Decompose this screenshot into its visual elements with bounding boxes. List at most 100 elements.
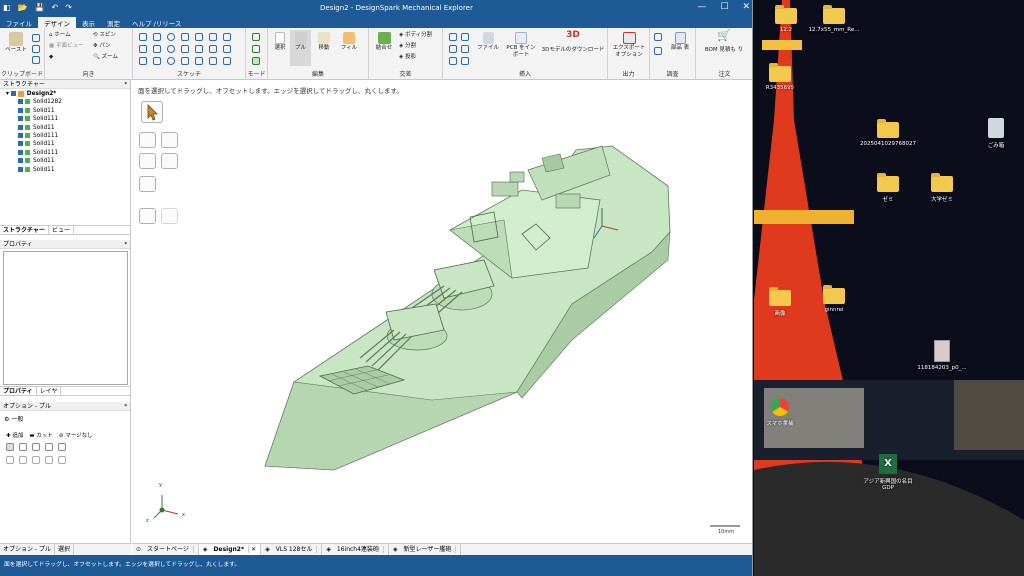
option-tool-icon[interactable] (6, 456, 14, 464)
tree-item[interactable]: Solid111 (6, 149, 130, 157)
tab-properties[interactable]: プロパティ (0, 387, 37, 395)
option-tool-icon[interactable] (32, 456, 40, 464)
tree-item[interactable]: Solid1282 (6, 98, 130, 106)
pin-icon[interactable]: ᵠ (125, 402, 128, 411)
tab-display[interactable]: 表示 (76, 17, 101, 28)
dimension-icon[interactable] (223, 57, 231, 65)
format-icon[interactable] (32, 56, 40, 64)
visibility-checkbox[interactable] (18, 124, 23, 130)
cut-icon[interactable] (32, 34, 40, 42)
tree-item[interactable]: Solid111 (6, 132, 130, 140)
tab-design[interactable]: デザイン (38, 17, 76, 28)
desktop-icon[interactable]: 画像 (754, 287, 810, 317)
tab-view[interactable]: ビュー (49, 226, 74, 234)
select-button[interactable]: 選択 (271, 32, 289, 52)
tangent-line-icon[interactable] (153, 33, 161, 41)
options-general[interactable]: ⚙ 一般 (4, 414, 23, 423)
ellipse-icon[interactable] (167, 45, 175, 53)
tab-structure[interactable]: ストラクチャー (0, 226, 49, 234)
3d-mode-icon[interactable] (252, 57, 260, 65)
option-tool-icon[interactable] (58, 443, 66, 451)
desktop-icon[interactable]: ginnrei (804, 285, 864, 313)
plane-icon[interactable] (449, 33, 457, 41)
spin-button[interactable]: ⟲ スピン (93, 32, 116, 39)
measure-icon[interactable] (654, 33, 662, 41)
option-tool-icon[interactable] (58, 456, 66, 464)
desktop-icon[interactable]: ゼミ (858, 173, 918, 203)
desktop-icon[interactable]: 大学ゼミ (912, 173, 972, 203)
tab-select[interactable]: 選択 (55, 544, 74, 555)
line-icon[interactable] (139, 33, 147, 41)
option-tool-icon[interactable] (45, 443, 53, 451)
sigma-icon[interactable] (223, 33, 231, 41)
pcb-import-button[interactable]: PCB をイン ポート (503, 32, 539, 59)
download-3d-model-button[interactable]: 3D 3Dモデルのダウンロード (541, 31, 605, 54)
doc-tab-16inch[interactable]: ◈ 16inch4連装砲 (322, 544, 389, 555)
option-tool-icon[interactable] (32, 443, 40, 451)
plane-view-button[interactable]: ▦ 平面ビュー (49, 43, 83, 50)
tab-options-pull[interactable]: オプション - プル (0, 544, 55, 555)
project-button[interactable]: ◈ 投影 (399, 54, 416, 61)
sketch-mode-icon[interactable] (252, 33, 260, 41)
tree-item[interactable]: Solid11 (6, 124, 130, 132)
offset-body-icon[interactable] (461, 45, 469, 53)
visibility-checkbox[interactable] (18, 141, 23, 147)
offset-icon[interactable] (209, 45, 217, 53)
visibility-checkbox[interactable] (18, 149, 23, 155)
circle-icon[interactable] (167, 33, 175, 41)
tree-item[interactable]: Solid11 (6, 140, 130, 148)
visibility-checkbox[interactable] (18, 99, 23, 105)
tab-layers[interactable]: レイヤ (37, 387, 62, 395)
close-button[interactable]: ✕ (742, 2, 750, 12)
curve-icon[interactable] (139, 57, 147, 65)
split-button[interactable]: ◈ 分割 (399, 43, 416, 50)
3d-viewport[interactable]: 面を選択してドラッグし、オフセットします。エッジを選択してドラッグし、丸くします… (132, 80, 753, 543)
extend-icon[interactable] (195, 57, 203, 65)
no-merge-option[interactable]: ⊘ マージなし (59, 431, 93, 439)
mirror-icon[interactable] (223, 45, 231, 53)
doc-tab-start-page[interactable]: ⊙ スタートページ (132, 544, 199, 555)
tree-item[interactable]: Solid11 (6, 157, 130, 165)
desktop-icon[interactable]: X アジア新興国の名目GDP (858, 454, 918, 491)
maximize-button[interactable]: ☐ (720, 2, 728, 12)
axis-icon[interactable] (449, 45, 457, 53)
doc-tab-vls[interactable]: ◈ VLS 128セル (261, 544, 323, 555)
sweep-arc-icon[interactable] (167, 57, 175, 65)
open-icon[interactable]: 📂 (18, 3, 28, 12)
tab-help[interactable]: ヘルプ /リリース (126, 17, 187, 28)
tab-file[interactable]: ファイル (0, 17, 38, 28)
visibility-checkbox[interactable] (18, 116, 23, 122)
cylinder-icon[interactable] (461, 57, 469, 65)
desktop-icon[interactable]: 2025041029768027 (858, 119, 918, 147)
point-icon[interactable] (195, 45, 203, 53)
origin-icon[interactable] (449, 57, 457, 65)
visibility-checkbox[interactable] (18, 166, 23, 172)
arc-icon[interactable] (195, 33, 203, 41)
paste-button[interactable]: ペースト (4, 32, 28, 54)
polygon-icon[interactable] (181, 45, 189, 53)
visibility-checkbox[interactable] (18, 158, 23, 164)
rectangle-icon[interactable] (181, 33, 189, 41)
trim-icon[interactable] (209, 33, 217, 41)
tree-item[interactable]: Solid11 (6, 166, 130, 174)
undo-icon[interactable]: ↶ (52, 3, 59, 12)
visibility-checkbox[interactable] (10, 91, 16, 96)
minimize-button[interactable]: — (697, 2, 706, 12)
pin-icon[interactable]: ᵠ (125, 240, 128, 249)
three-point-arc-icon[interactable] (181, 57, 189, 65)
combine-button[interactable]: 結合せ (372, 32, 396, 52)
fill-button[interactable]: フィル (338, 32, 360, 52)
desktop-icon[interactable]: R3435695 (754, 63, 810, 91)
tree-item[interactable]: Solid111 (6, 115, 130, 123)
save-icon[interactable]: 💾 (35, 3, 45, 12)
add-option[interactable]: ✚ 追加 (6, 431, 23, 439)
split-body-button[interactable]: ◈ ボディ分割 (399, 32, 432, 39)
tree-item[interactable]: Solid11 (6, 107, 130, 115)
split-curve-icon[interactable] (209, 57, 217, 65)
polyline-icon[interactable] (139, 45, 147, 53)
parts-list-button[interactable]: 部品 表 (668, 32, 692, 52)
ship-model[interactable] (132, 80, 753, 543)
shell-icon[interactable] (461, 33, 469, 41)
mass-icon[interactable] (654, 47, 662, 55)
move-button[interactable]: 移動 (314, 32, 334, 52)
